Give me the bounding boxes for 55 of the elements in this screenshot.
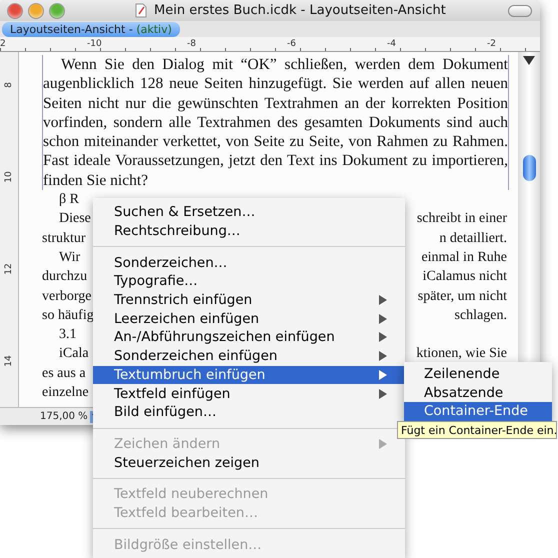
window-title: Mein erstes Buch.icdk - Layoutseiten-Ansicht: [154, 3, 447, 18]
ruler-label: -10: [87, 38, 103, 51]
tooltip: Fügt ein Container-Ende ein.: [397, 421, 557, 439]
ruler-label: 8: [4, 81, 14, 90]
close-button[interactable]: [8, 4, 22, 18]
scroll-down-arrow-icon[interactable]: [523, 56, 535, 65]
text-line: Diese: [58, 210, 91, 228]
toolbar-toggle-button[interactable]: [508, 4, 532, 16]
menu-item[interactable]: Zeilenende: [404, 365, 552, 384]
text-line: durchzu: [42, 268, 88, 286]
zoom-level: 175,00 %: [40, 411, 88, 422]
ruler-label: -6: [287, 38, 297, 51]
menu-item[interactable]: Steuerzeichen zeigen: [93, 453, 405, 472]
menu-item[interactable]: Sonderzeichen…: [93, 253, 405, 272]
menu-item[interactable]: Trennstrich einfügen: [93, 290, 405, 310]
ruler-label: -2: [487, 38, 497, 51]
text-line: so häufig: [42, 306, 94, 325]
menu-item[interactable]: Container-Ende: [404, 402, 552, 422]
text-line: schreibt in einer: [416, 210, 507, 228]
text-line: ktionen, wie Sie: [416, 345, 507, 364]
zoom-button[interactable]: [50, 4, 64, 18]
menu-item[interactable]: Sonderzeichen einfügen: [93, 346, 405, 366]
text-line: es aus a: [42, 364, 86, 383]
menu-item[interactable]: Suchen & Ersetzen…: [93, 203, 405, 222]
text-line: struktur: [42, 230, 86, 248]
menu-item[interactable]: Bild einfügen…: [93, 402, 405, 422]
text-line: Wir: [58, 248, 80, 267]
text-line: verborge: [42, 288, 92, 306]
menu-item[interactable]: Typografie…: [93, 272, 405, 291]
menu-item[interactable]: Textfeld einfügen: [93, 384, 405, 403]
menu-item[interactable]: Leerzeichen einfügen: [93, 309, 405, 328]
minimize-button[interactable]: [29, 4, 43, 18]
view-tab[interactable]: Layoutseiten-Ansicht - (aktiv): [2, 22, 180, 36]
ruler-label: -8: [187, 38, 197, 51]
body-paragraph: Wenn Sie den Dialog mit “OK” schließen, werden dem Dokument augenblicklich 128 neue Seiten hinzugefügt. Sie werden auf allen neuen Seiten nicht nur die gewünschten Textrahmen an der korrekten Position vorfinden, sondern alle Textrahmen des gesamten Dokuments sind auch schon miteinander verkettet, von Seite zu Seite, von Rahmen zu Rahmen. Fast ideale Voraussetzungen, jetzt den Text ins Dokument zu importieren, finden Sie nicht?: [42, 55, 509, 190]
text-line: 3.1: [58, 326, 76, 344]
ruler-label: 14: [4, 354, 14, 369]
text-line: später, um nicht: [418, 288, 507, 306]
ruler-label: 12: [4, 262, 14, 277]
menu-item[interactable]: Absatzende: [404, 384, 552, 402]
text-line: n detailliert.: [439, 230, 507, 248]
ruler-label: 2: [0, 38, 7, 51]
text-line: iCalamus nicht: [422, 268, 507, 286]
text-line: β R: [58, 191, 79, 210]
document-icon: [135, 3, 147, 18]
text-line: schlagen.: [454, 306, 507, 325]
menu-item[interactable]: Rechtschreibung…: [93, 222, 405, 240]
scroll-thumb[interactable]: [522, 155, 536, 181]
ruler-label: -4: [387, 38, 397, 51]
text-line: iCala: [58, 345, 89, 364]
menu-item[interactable]: An-/Abführungszeichen einfügen: [93, 328, 405, 347]
menu-item[interactable]: Textumbruch einfügen: [93, 366, 405, 384]
text-line: einzelne: [42, 384, 89, 402]
text-line: einmal in Ruhe: [421, 248, 507, 267]
ruler-label: 10: [4, 170, 14, 185]
